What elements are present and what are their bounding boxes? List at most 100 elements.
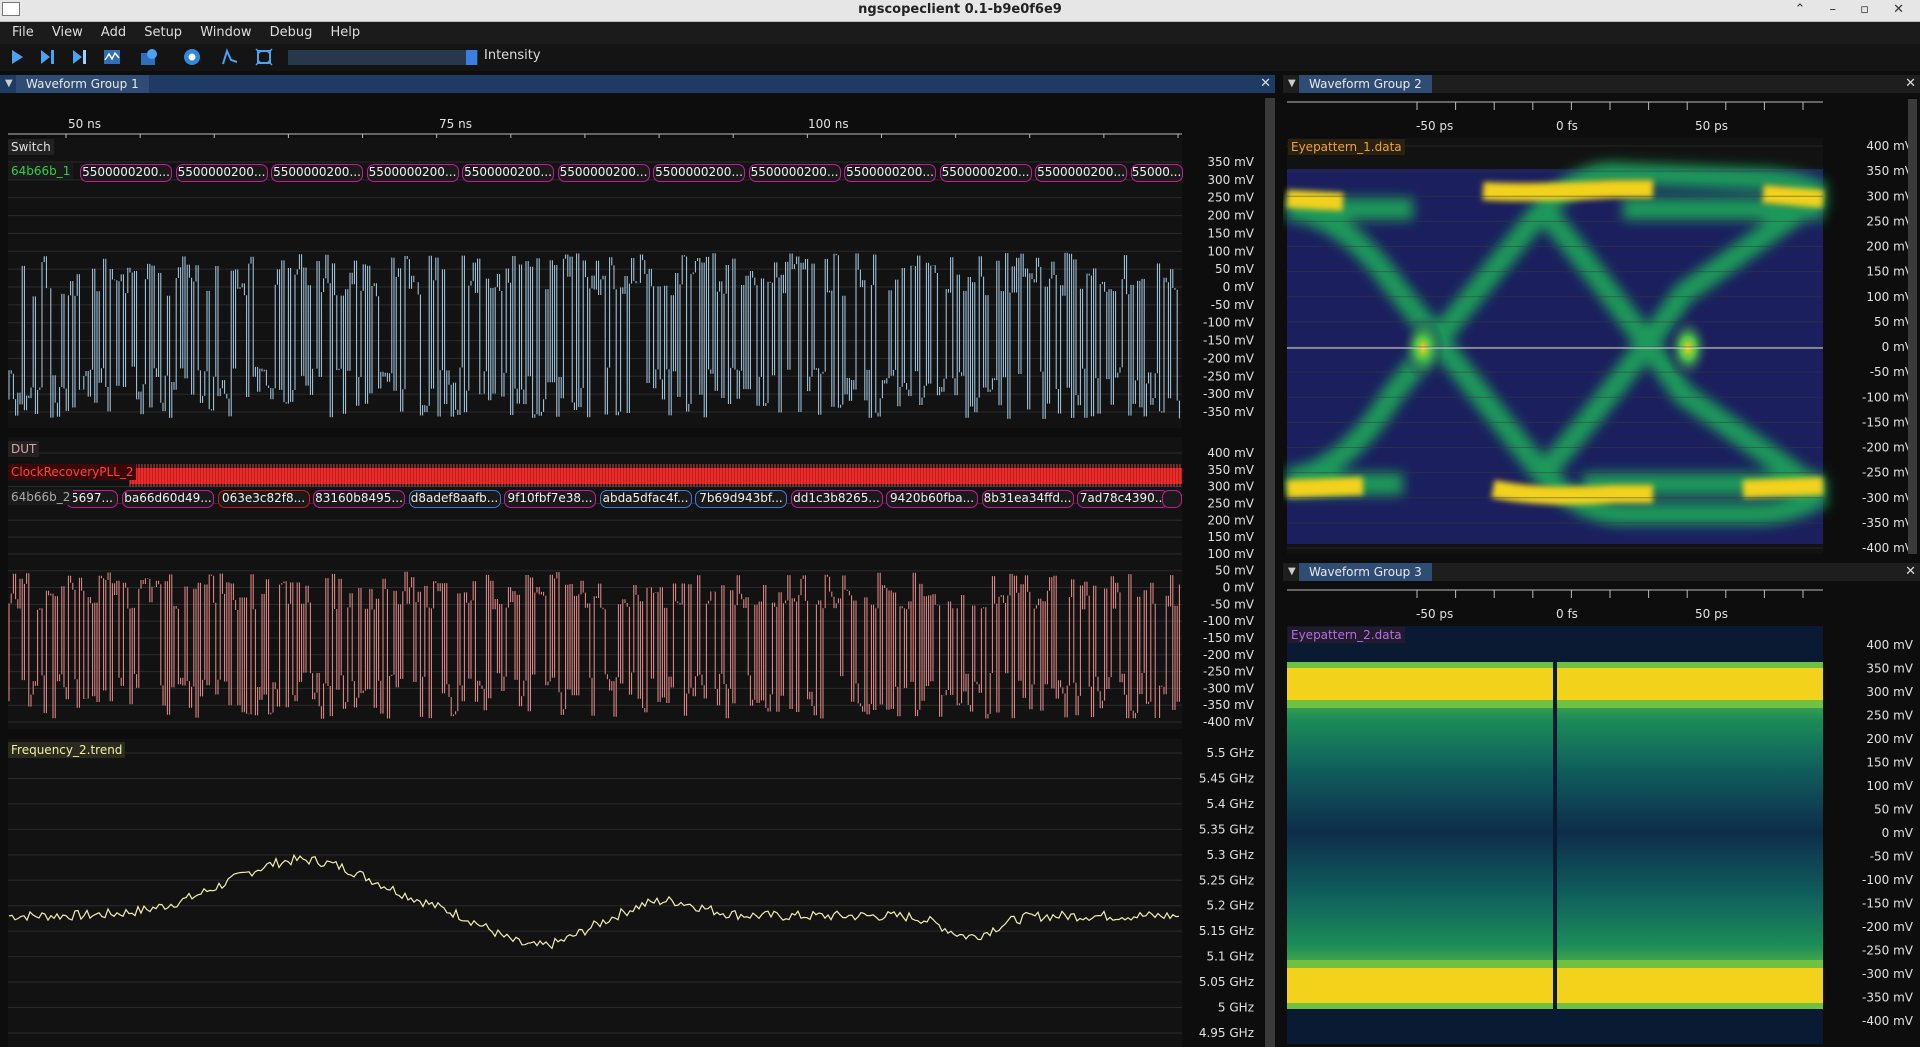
- decode-bus-64b66b-2: 5697... ba66d60d49... 063e3c82f8... 83160b8…: [8, 490, 1182, 508]
- axis-tick-label: -350 mV: [1203, 698, 1255, 712]
- history-icon[interactable]: [103, 48, 121, 66]
- window-controls[interactable]: ⌃ – ▫ ✕: [1795, 0, 1915, 20]
- group2-canvas: -50 ps 0 fs 50 ps 400 mV350 mV300 mV250: [1285, 99, 1917, 555]
- decode-packet[interactable]: 063e3c82f8...: [217, 490, 310, 508]
- decode-packet[interactable]: d8adef8aafb...: [408, 490, 501, 508]
- axis-tick-label: 200 mV: [1866, 240, 1913, 254]
- group2-scrollbar[interactable]: [1908, 99, 1917, 554]
- axis-tick-label: 100 mV: [1207, 547, 1254, 561]
- axis-tick-label: 250 mV: [1207, 496, 1254, 510]
- axis-tick-label: 200 mV: [1207, 513, 1254, 527]
- decode-packet[interactable]: 9420b60fba...: [886, 490, 978, 508]
- menu-view[interactable]: View: [52, 25, 83, 40]
- decode-packet[interactable]: dd1c3b8265...: [790, 490, 883, 508]
- eyepattern-1-label[interactable]: Eyepattern_1.data: [1288, 139, 1405, 155]
- decode-packet[interactable]: 8b31ea34ffd...: [981, 490, 1074, 508]
- group3-close-button[interactable]: ✕: [1905, 563, 1916, 581]
- axis-tick-label: 100 mV: [1207, 244, 1254, 258]
- axis-tick-label: 50 mV: [1215, 564, 1255, 578]
- decode-packet[interactable]: 7b69d943bf...: [695, 490, 787, 508]
- decode-packet[interactable]: [1162, 490, 1182, 508]
- menu-setup[interactable]: Setup: [144, 25, 182, 40]
- decode-packet[interactable]: 5500000200...: [844, 164, 936, 182]
- decode-packet[interactable]: abda5dfac4f...: [599, 490, 692, 508]
- group1-close-button[interactable]: ✕: [1260, 75, 1271, 93]
- tab-waveform-group-1[interactable]: Waveform Group 1: [16, 75, 149, 93]
- axis-tick-label: 0 mV: [1882, 826, 1914, 840]
- axis-tick-label: 350 mV: [1866, 662, 1913, 676]
- decode-packet[interactable]: ba66d60d49...: [122, 490, 214, 508]
- intensity-slider[interactable]: [288, 50, 478, 65]
- menu-debug[interactable]: Debug: [270, 25, 313, 40]
- axis-tick-label: -150 mV: [1862, 415, 1914, 429]
- plot3-label[interactable]: Frequency_2.trend: [8, 742, 126, 758]
- decode-packet[interactable]: 5500000200...: [939, 164, 1032, 182]
- intensity-label: Intensity: [484, 48, 541, 63]
- decode-label-64b66b-2[interactable]: 64b66b_2: [8, 489, 74, 505]
- lab-notebook-icon[interactable]: [140, 48, 158, 66]
- force-trigger-icon[interactable]: [70, 48, 88, 66]
- menu-add[interactable]: Add: [101, 25, 126, 40]
- collapse-icon[interactable]: ▼: [5, 75, 13, 93]
- axis-tick-label: -100 mV: [1862, 873, 1914, 887]
- decode-packet[interactable]: 5500000200...: [271, 164, 363, 182]
- axis-tick-label: 350 mV: [1207, 463, 1254, 477]
- clock-recovery-label[interactable]: ClockRecoveryPLL_2: [8, 464, 137, 480]
- axis-tick-label: -50 mV: [1870, 850, 1914, 864]
- axis-tick-label: -250 mV: [1862, 466, 1914, 480]
- decode-packet[interactable]: 5500000200...: [653, 164, 745, 182]
- axis-tick-label: -150 mV: [1203, 631, 1255, 645]
- play-icon[interactable]: [8, 48, 26, 66]
- decode-label-64b66b-1[interactable]: 64b66b_1: [8, 163, 74, 179]
- decode-packet[interactable]: 5500000200...: [80, 164, 172, 182]
- app-icon: [2, 2, 20, 16]
- decode-packet[interactable]: 55000...: [1130, 164, 1183, 182]
- decode-packet[interactable]: 5697...: [66, 490, 118, 508]
- menu-help[interactable]: Help: [331, 25, 361, 40]
- group1-scrollbar[interactable]: [1265, 98, 1275, 1047]
- plot2-label[interactable]: DUT: [8, 441, 40, 457]
- axis-tick-label: 5.2 GHz: [1206, 899, 1254, 913]
- menu-file[interactable]: File: [12, 25, 34, 40]
- settings-icon[interactable]: [183, 48, 201, 66]
- axis-tick-label: 0 mV: [1223, 581, 1255, 595]
- decode-packet[interactable]: 5500000200...: [462, 164, 554, 182]
- menu-bar: File View Add Setup Window Debug Help: [0, 22, 1920, 44]
- decode-packet[interactable]: 5500000200...: [557, 164, 650, 182]
- decode-packet[interactable]: 5500000200...: [748, 164, 841, 182]
- single-trigger-icon[interactable]: [38, 48, 56, 66]
- axis-tick-label: -50 mV: [1211, 597, 1255, 611]
- generate-filter-icon[interactable]: [221, 48, 239, 66]
- axis-tick-label: 5.15 GHz: [1199, 924, 1254, 938]
- decode-packet[interactable]: 5500000200...: [175, 164, 268, 182]
- decode-packet[interactable]: 7ad78c4390...: [1077, 490, 1169, 508]
- axis-tick-label: 5.35 GHz: [1199, 822, 1254, 836]
- menu-window[interactable]: Window: [200, 25, 251, 40]
- decode-packet[interactable]: 5500000200...: [1035, 164, 1127, 182]
- eyepattern-2-label[interactable]: Eyepattern_2.data: [1288, 627, 1405, 643]
- tab-waveform-group-2[interactable]: Waveform Group 2: [1299, 75, 1432, 93]
- plot1-label[interactable]: Switch: [8, 139, 54, 155]
- decode-packet[interactable]: 5500000200...: [366, 164, 459, 182]
- decode-packet[interactable]: 9f10fbf7e38...: [504, 490, 596, 508]
- tab-waveform-group-3[interactable]: Waveform Group 3: [1299, 563, 1432, 581]
- time-tick-label: 75 ns: [439, 117, 472, 131]
- time-tick-label: 100 ns: [808, 117, 849, 131]
- fullscreen-icon[interactable]: [255, 48, 273, 66]
- group2-close-button[interactable]: ✕: [1905, 75, 1916, 93]
- axis-tick-label: 250 mV: [1207, 191, 1254, 205]
- plot3-area: [8, 739, 1182, 1047]
- axis-tick-label: 50 mV: [1874, 803, 1914, 817]
- axis-tick-label: 5.4 GHz: [1206, 797, 1254, 811]
- axis-tick-label: -300 mV: [1862, 491, 1914, 505]
- collapse-icon[interactable]: ▼: [1288, 75, 1296, 93]
- intensity-slider-handle[interactable]: [466, 50, 477, 65]
- axis-tick-label: 350 mV: [1207, 155, 1254, 169]
- axis-tick-label: 400 mV: [1207, 446, 1254, 460]
- group2-header: ▼ Waveform Group 2 ✕: [1283, 75, 1920, 93]
- axis-tick-label: 5.05 GHz: [1199, 975, 1254, 989]
- axis-tick-label: 5.5 GHz: [1206, 746, 1254, 760]
- decode-packet[interactable]: 83160b8495...: [313, 490, 405, 508]
- collapse-icon[interactable]: ▼: [1288, 563, 1296, 581]
- axis-tick-label: 150 mV: [1207, 226, 1254, 240]
